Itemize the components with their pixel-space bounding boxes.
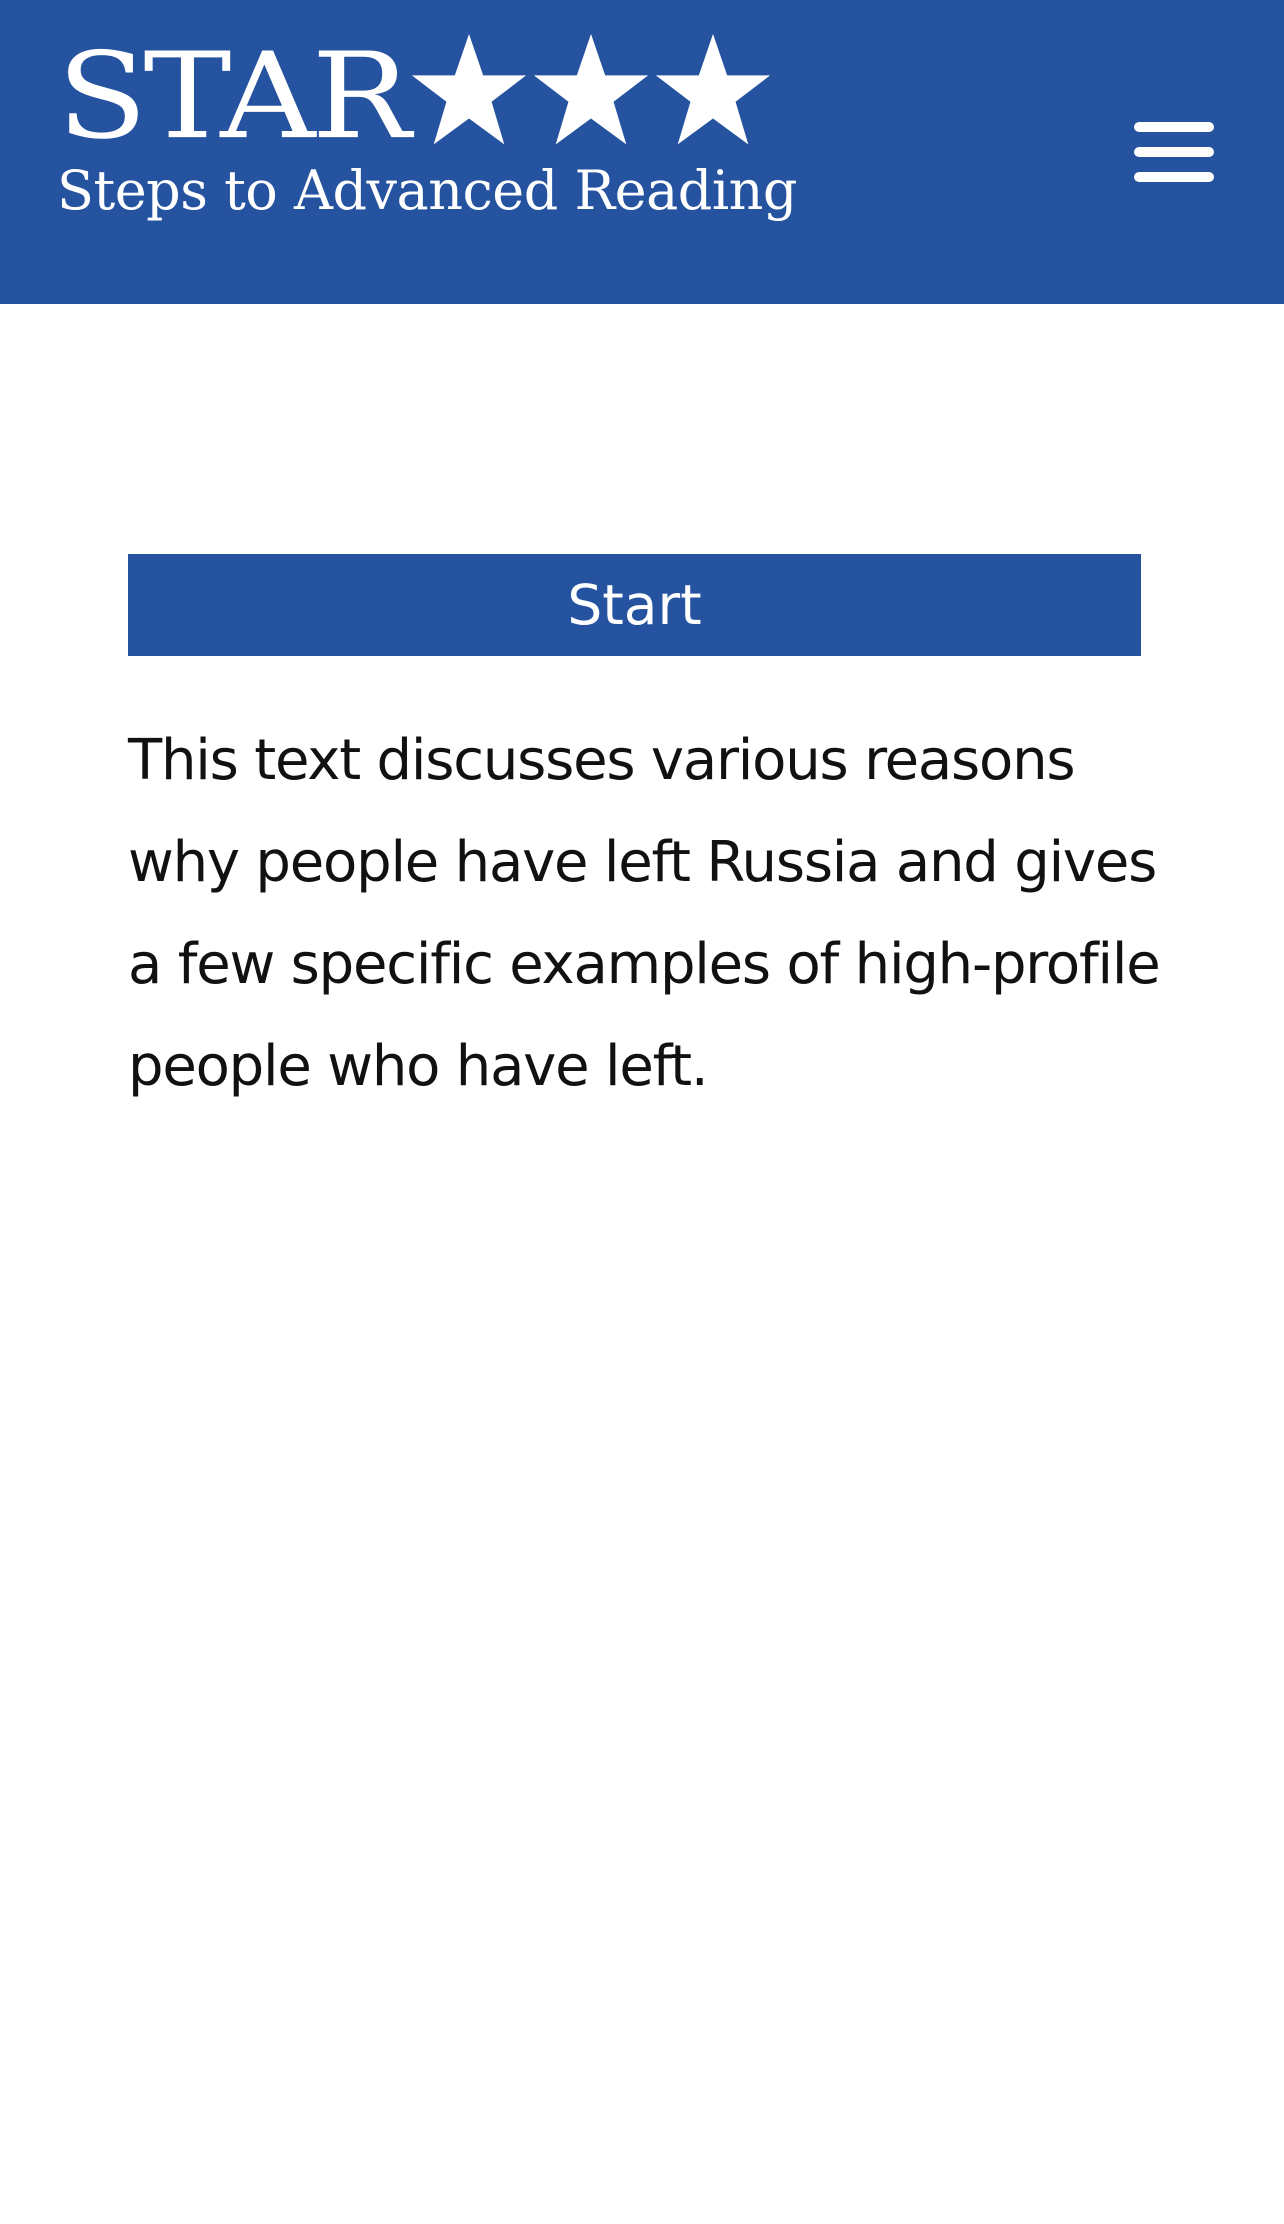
star-logo[interactable]: STAR Steps to Advanced Reading xyxy=(57,30,797,218)
start-button[interactable]: Start xyxy=(128,554,1141,656)
logo-wordmark: STAR xyxy=(57,27,411,166)
site-header: STAR Steps to Advanced Reading xyxy=(0,0,1284,304)
logo-wordmark-row: STAR xyxy=(57,30,797,156)
star-icon xyxy=(655,34,771,145)
text-description: This text discusses various reasons why … xyxy=(128,728,1161,1099)
star-icon xyxy=(533,34,649,145)
hamburger-menu-icon xyxy=(1134,122,1214,182)
hamburger-menu-button[interactable] xyxy=(1128,112,1220,192)
logo-tagline: Steps to Advanced Reading xyxy=(57,159,797,222)
logo-stars xyxy=(409,34,773,148)
star-icon xyxy=(411,34,527,145)
